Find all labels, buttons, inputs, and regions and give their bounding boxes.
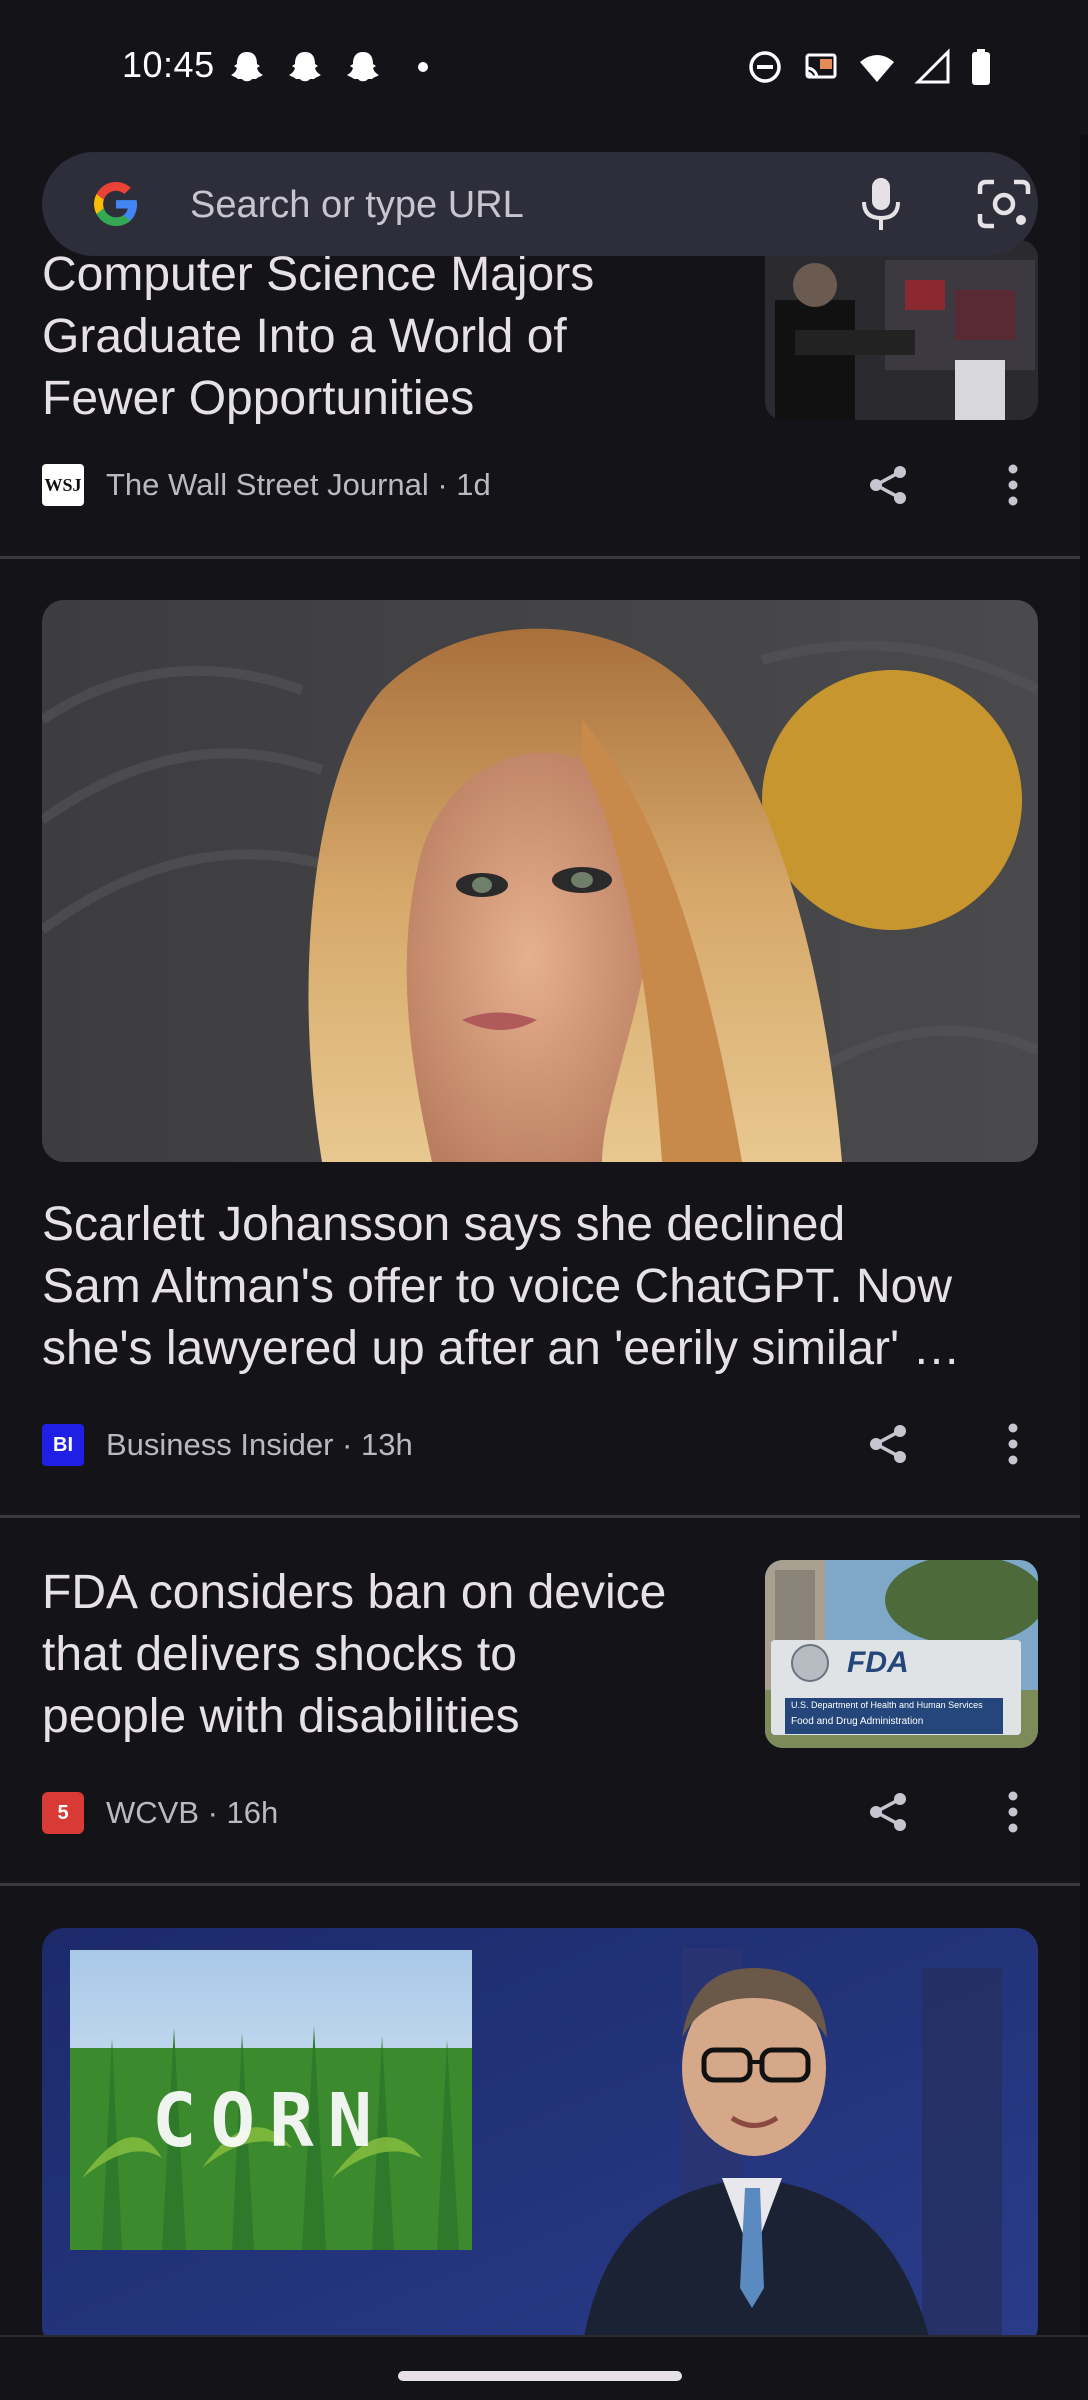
article-headline[interactable]: Computer Science Majors Graduate Into a … <box>42 248 742 430</box>
mic-icon[interactable] <box>858 176 904 232</box>
source-meta: Business Insider · 13h <box>106 1427 413 1462</box>
snapchat-icon <box>347 52 379 82</box>
fda-sign-logo: FDA <box>847 1646 909 1679</box>
divider <box>0 1883 1080 1886</box>
snapchat-icon <box>231 52 263 82</box>
news-feed: Computer Science Majors Graduate Into a … <box>0 0 1088 2335</box>
fda-sign-line2: Food and Drug Administration <box>791 1716 924 1727</box>
cast-icon <box>805 53 837 79</box>
article-source: WSJ The Wall Street Journal · 1d <box>42 464 491 506</box>
fda-sign-line1: U.S. Department of Health and Human Serv… <box>791 1700 983 1710</box>
article-source: 5 WCVB · 16h <box>42 1792 278 1834</box>
wifi-icon <box>860 55 894 82</box>
omnibox[interactable]: Search or type URL <box>42 152 1038 256</box>
home-gesture-handle[interactable] <box>398 2371 682 2381</box>
article-thumbnail[interactable] <box>765 240 1038 420</box>
article-headline[interactable]: Scarlett Johansson says she declined Sam… <box>42 1194 1052 1380</box>
article-hero-image[interactable]: CORN <box>42 1928 1038 2335</box>
article-headline[interactable]: FDA considers ban on device that deliver… <box>42 1562 742 1748</box>
share-icon[interactable] <box>866 463 910 507</box>
edge <box>1080 135 1088 2335</box>
status-time: 10:45 <box>122 44 215 85</box>
more-options-icon[interactable] <box>1007 1791 1019 1833</box>
divider <box>0 1515 1080 1518</box>
search-placeholder[interactable]: Search or type URL <box>190 184 524 227</box>
dot-icon <box>418 62 428 72</box>
notification-icons <box>228 48 430 86</box>
navigation-bar <box>0 2335 1088 2400</box>
google-logo <box>94 182 137 226</box>
share-icon[interactable] <box>866 1790 910 1834</box>
system-icons <box>746 48 992 86</box>
signal-icon <box>914 48 950 84</box>
battery-icon <box>972 49 990 85</box>
article-thumbnail[interactable]: FDA U.S. Department of Health and Human … <box>765 1560 1038 1748</box>
business-insider-logo: BI <box>42 1424 84 1466</box>
corn-image-text: CORN <box>152 2078 387 2164</box>
article-source: BI Business Insider · 13h <box>42 1424 413 1466</box>
share-icon[interactable] <box>866 1422 910 1466</box>
snapchat-icon <box>289 52 321 82</box>
dnd-icon <box>749 51 781 83</box>
more-options-icon[interactable] <box>1007 464 1019 506</box>
divider <box>0 556 1080 559</box>
article-hero-image[interactable] <box>42 600 1038 1162</box>
more-options-icon[interactable] <box>1007 1423 1019 1465</box>
wcvb-logo: 5 <box>42 1792 84 1834</box>
google-lens-icon[interactable] <box>976 178 1032 230</box>
source-meta: The Wall Street Journal · 1d <box>106 467 491 502</box>
status-bar: 10:45 <box>0 0 1088 135</box>
source-meta: WCVB · 16h <box>106 1795 279 1830</box>
wsj-logo: WSJ <box>42 464 84 506</box>
